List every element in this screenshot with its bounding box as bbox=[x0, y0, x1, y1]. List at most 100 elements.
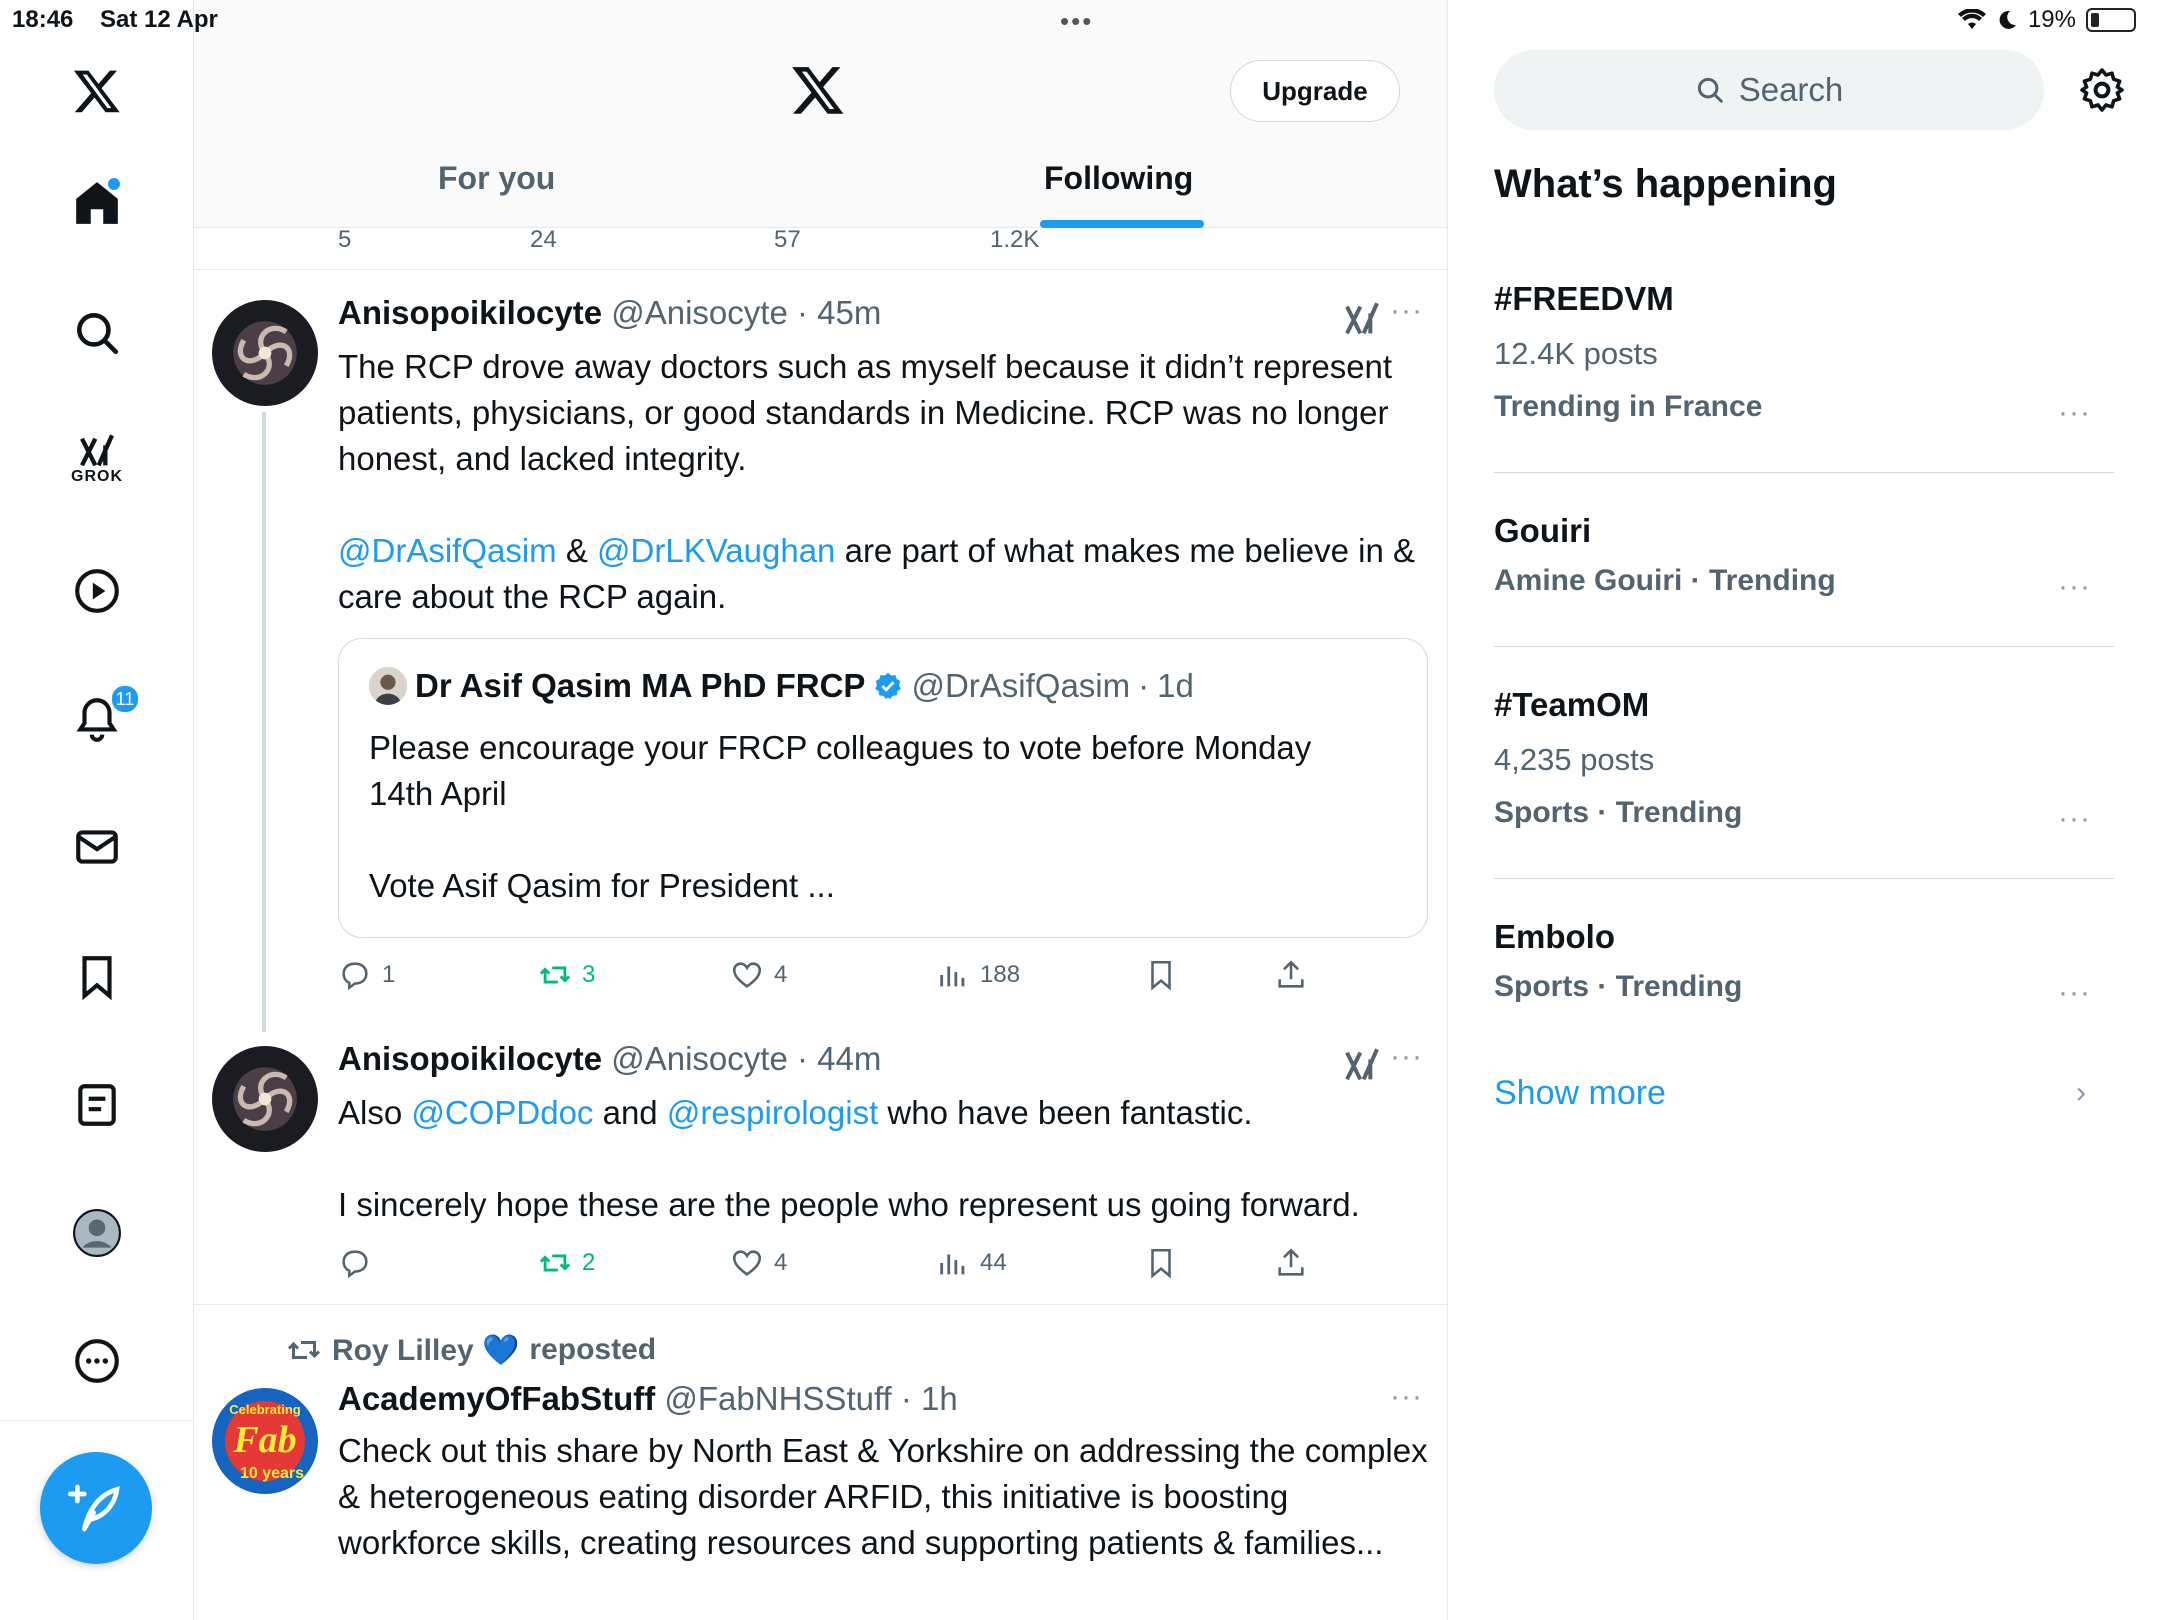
mention-link[interactable]: @COPDdoc bbox=[411, 1094, 593, 1131]
battery-icon bbox=[2086, 8, 2136, 32]
search-icon bbox=[1697, 77, 1723, 103]
tab-for-you[interactable]: For you bbox=[438, 160, 555, 228]
tweet-paragraph: @DrAsifQasim & @DrLKVaughan are part of … bbox=[338, 528, 1428, 620]
avatar-text: Celebrating bbox=[229, 1402, 301, 1417]
trend-item[interactable]: #TeamOM 4,235 posts Sports · Trending bbox=[1494, 686, 2114, 830]
avatar-text: 10 years bbox=[240, 1465, 304, 1482]
grok-icon[interactable] bbox=[1342, 1046, 1382, 1086]
nav-home[interactable] bbox=[62, 168, 132, 238]
author-name[interactable]: AcademyOfFabStuff bbox=[338, 1380, 655, 1417]
status-indicators: 19% bbox=[1957, 6, 2136, 34]
author-handle[interactable]: @Anisocyte bbox=[611, 1040, 788, 1077]
tweet[interactable]: Roy Lilley 💙 reposted Celebrating Fab 10… bbox=[194, 1304, 1447, 1620]
quoted-tweet[interactable]: Dr Asif Qasim MA PhD FRCP @DrAsifQasim · 1… bbox=[338, 638, 1428, 938]
trend-more-icon[interactable]: ··· bbox=[2058, 802, 2091, 836]
quote-text: Please encourage your FRCP colleagues to… bbox=[369, 725, 1369, 955]
tweet-time[interactable]: 45m bbox=[817, 294, 881, 331]
nav-lists[interactable] bbox=[62, 1070, 132, 1140]
nav-grok[interactable]: GROK bbox=[62, 424, 132, 494]
quote-author-name: Dr Asif Qasim MA PhD FRCP bbox=[415, 667, 866, 704]
chevron-right-icon[interactable]: › bbox=[2076, 1076, 2086, 1110]
mention-link[interactable]: @respirologist bbox=[667, 1094, 878, 1131]
more-options-icon[interactable]: ··· bbox=[1390, 1040, 1423, 1074]
more-options-icon[interactable]: ··· bbox=[1390, 1380, 1423, 1414]
views-button[interactable]: 44 bbox=[936, 1246, 1007, 1280]
author-handle[interactable]: @FabNHSStuff bbox=[664, 1380, 891, 1417]
tweet[interactable]: Anisopoikilocyte @Anisocyte · 45m ··· Th… bbox=[194, 272, 1447, 1032]
reply-button[interactable] bbox=[338, 1246, 382, 1280]
repost-count[interactable]: 24 bbox=[530, 226, 557, 254]
trend-item[interactable]: Embolo Sports · Trending bbox=[1494, 918, 2114, 1004]
nav-bookmarks[interactable] bbox=[62, 942, 132, 1012]
mention-link[interactable]: @DrLKVaughan bbox=[597, 532, 835, 569]
bookmark-button[interactable] bbox=[1144, 1246, 1178, 1280]
share-button[interactable] bbox=[1274, 1246, 1308, 1280]
tweet-header: Anisopoikilocyte @Anisocyte · 44m bbox=[338, 1040, 882, 1077]
repost-button[interactable]: 3 bbox=[538, 958, 595, 992]
views-button[interactable]: 188 bbox=[936, 958, 1020, 992]
repost-icon bbox=[539, 966, 571, 984]
nav-video[interactable] bbox=[62, 556, 132, 626]
author-name[interactable]: Anisopoikilocyte bbox=[338, 294, 602, 331]
reposter-name[interactable]: Roy Lilley 💙 bbox=[332, 1333, 519, 1368]
trend-item[interactable]: Gouiri Amine Gouiri · Trending bbox=[1494, 512, 2114, 598]
author-handle[interactable]: @Anisocyte bbox=[611, 294, 788, 331]
repost-context[interactable]: Roy Lilley 💙 reposted bbox=[286, 1332, 656, 1368]
like-button[interactable]: 4 bbox=[730, 1246, 787, 1280]
trend-item[interactable]: #FREEDVM 12.4K posts Trending in France bbox=[1494, 280, 2114, 424]
tweet[interactable]: Anisopoikilocyte @Anisocyte · 44m ··· Al… bbox=[194, 1032, 1447, 1302]
trend-more-icon[interactable]: ··· bbox=[2058, 396, 2091, 430]
like-count[interactable]: 57 bbox=[774, 226, 801, 254]
upgrade-button[interactable]: Upgrade bbox=[1230, 60, 1400, 122]
search-input[interactable]: Search bbox=[1494, 50, 2044, 130]
search-icon bbox=[77, 313, 119, 355]
reply-count: 1 bbox=[382, 961, 396, 988]
search-placeholder: Search bbox=[1738, 71, 1844, 108]
show-more-link[interactable]: Show more bbox=[1494, 1074, 1666, 1113]
trend-posts: 4,235 posts bbox=[1494, 742, 1655, 777]
tweet-time[interactable]: 1h bbox=[921, 1380, 958, 1417]
views-icon bbox=[940, 966, 965, 987]
view-count[interactable]: 1.2K bbox=[990, 226, 1039, 254]
multitasking-dots-icon[interactable]: ••• bbox=[1060, 6, 1093, 37]
quote-author-avatar bbox=[369, 667, 407, 705]
repost-icon bbox=[539, 1254, 571, 1272]
x-logo-icon[interactable] bbox=[62, 56, 132, 126]
share-button[interactable] bbox=[1274, 958, 1308, 992]
trend-more-icon[interactable]: ··· bbox=[2058, 976, 2091, 1010]
author-avatar[interactable] bbox=[212, 300, 318, 406]
nav-explore[interactable] bbox=[62, 298, 132, 368]
trend-more-icon[interactable]: ··· bbox=[2058, 570, 2091, 604]
share-icon bbox=[1278, 1248, 1304, 1276]
reply-count[interactable]: 5 bbox=[338, 226, 351, 254]
bookmark-button[interactable] bbox=[1144, 958, 1178, 992]
gear-icon[interactable] bbox=[2078, 66, 2126, 114]
repost-count: 2 bbox=[582, 1249, 596, 1276]
mention-link[interactable]: @DrAsifQasim bbox=[338, 532, 557, 569]
more-options-icon[interactable]: ··· bbox=[1390, 294, 1423, 328]
grok-icon[interactable] bbox=[1342, 300, 1382, 340]
author-avatar[interactable] bbox=[212, 1046, 318, 1152]
nav-messages[interactable] bbox=[62, 812, 132, 882]
tweet-text-span: & bbox=[556, 532, 598, 569]
tweet-text-span: and bbox=[593, 1094, 667, 1131]
x-logo-icon bbox=[792, 67, 844, 114]
tab-following[interactable]: Following bbox=[1044, 160, 1193, 228]
compose-button[interactable] bbox=[40, 1452, 152, 1564]
nav-profile[interactable] bbox=[62, 1198, 132, 1268]
tweet-text-span: Also bbox=[338, 1094, 412, 1131]
left-navigation: GROK 11 bbox=[0, 0, 194, 1620]
avatar-icon bbox=[73, 1209, 121, 1257]
like-button[interactable]: 4 bbox=[730, 958, 787, 992]
tweet-time[interactable]: 44m bbox=[817, 1040, 881, 1077]
tweet-header: AcademyOfFabStuff @FabNHSStuff · 1h bbox=[338, 1380, 958, 1417]
reply-button[interactable]: 1 bbox=[338, 958, 395, 992]
thread-line bbox=[262, 412, 266, 1032]
nav-more[interactable] bbox=[62, 1326, 132, 1396]
repost-button[interactable]: 2 bbox=[538, 1246, 595, 1280]
section-title: What’s happening bbox=[1494, 162, 1837, 206]
quote-paragraph: Please encourage your FRCP colleagues to… bbox=[369, 729, 1312, 812]
author-avatar[interactable]: Celebrating Fab 10 years bbox=[212, 1388, 318, 1494]
author-name[interactable]: Anisopoikilocyte bbox=[338, 1040, 602, 1077]
nav-notifications[interactable]: 11 bbox=[62, 684, 140, 754]
